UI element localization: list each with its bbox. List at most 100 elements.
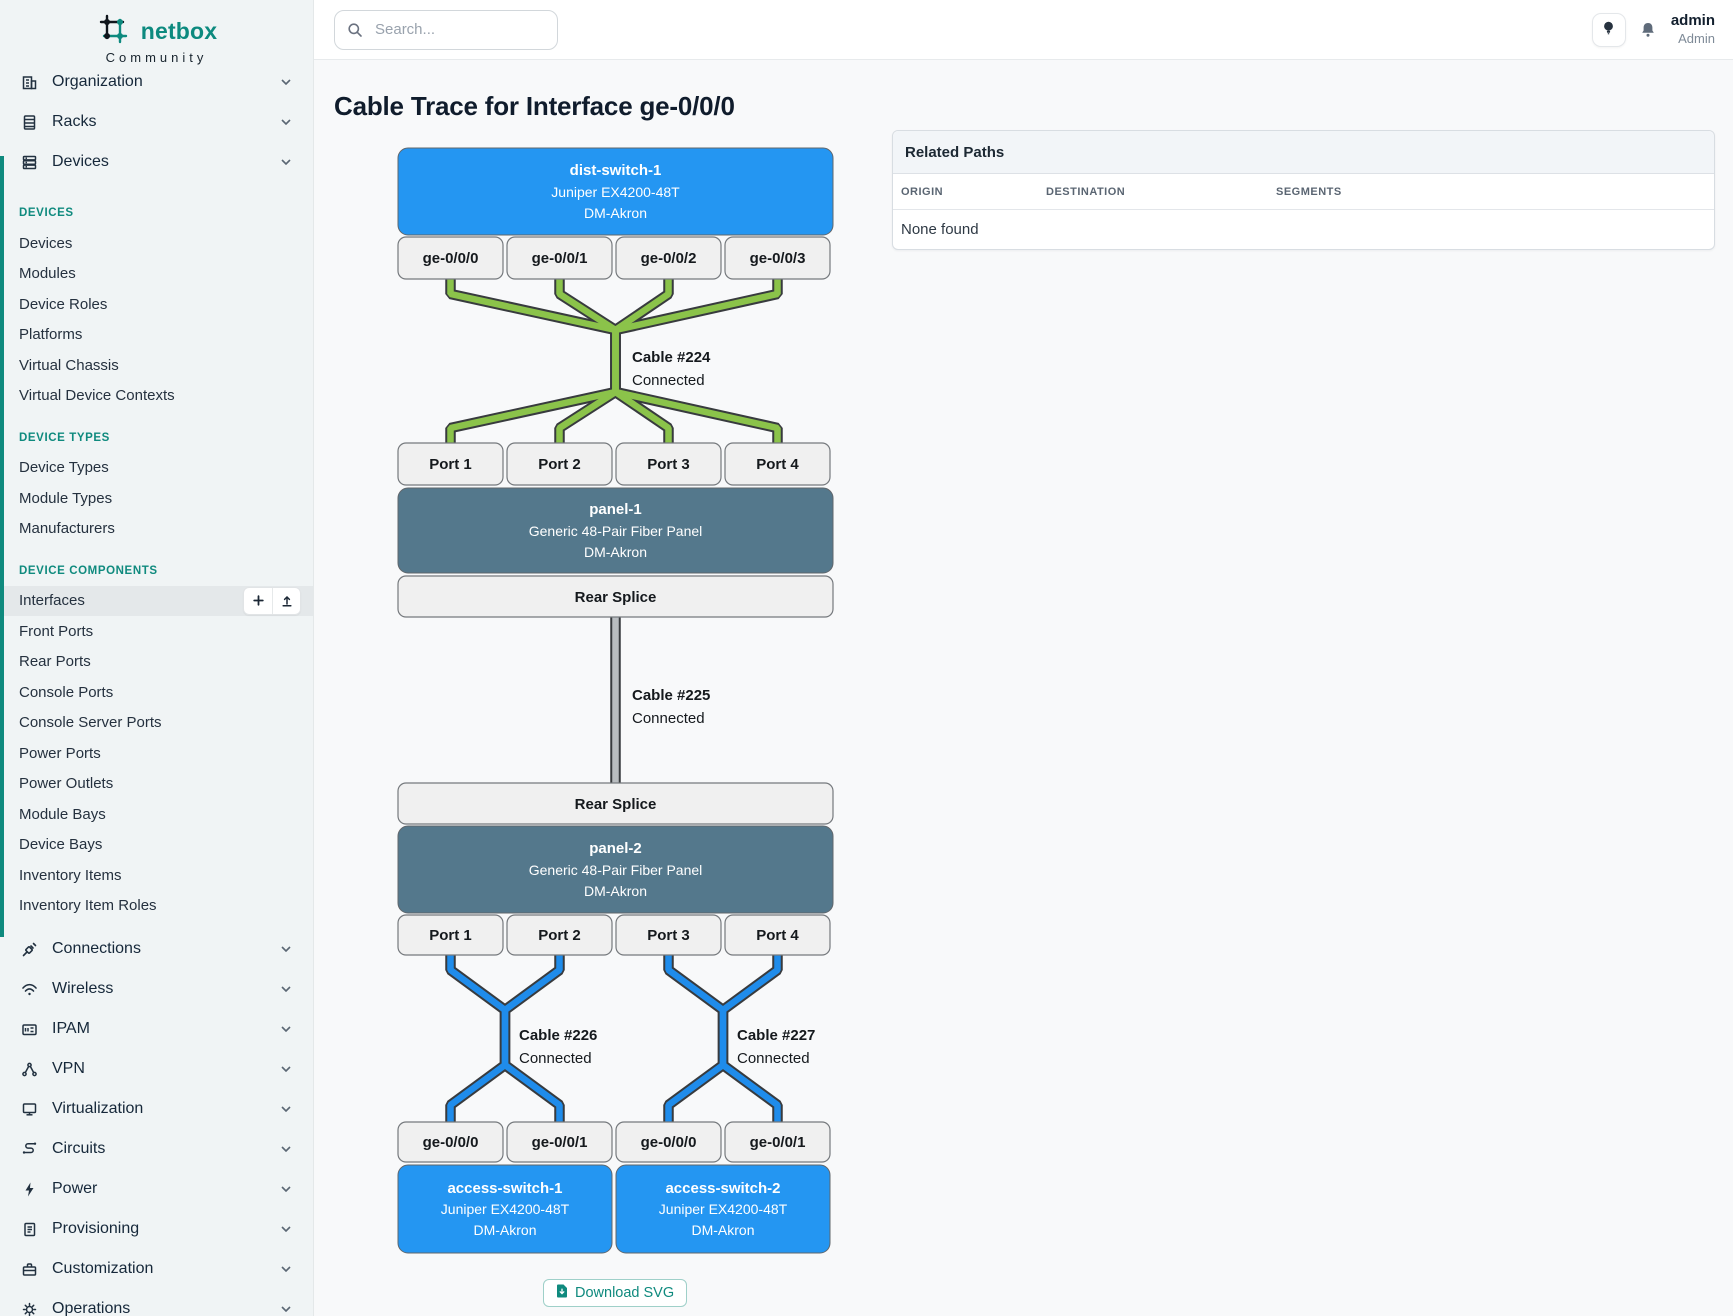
logo[interactable]: netbox Community <box>0 0 313 62</box>
node-dist-switch-1[interactable]: dist-switch-1 Juniper EX4200-48T DM-Akro… <box>398 148 833 235</box>
port-dist-ge-0-0-2[interactable]: ge-0/0/2 <box>616 237 721 279</box>
port-access2-ge-0-0-0[interactable]: ge-0/0/0 <box>616 1122 721 1162</box>
netbox-app: netbox Community Organization Racks Devi… <box>0 0 1733 1316</box>
main-content: Cable Trace for Interface ge-0/0/0 <box>314 60 1733 1316</box>
user-name: admin <box>1671 12 1715 31</box>
port-panel2-3[interactable]: Port 3 <box>616 915 721 955</box>
network-nodes-icon <box>20 1061 39 1078</box>
cable-225-label[interactable]: Cable #225 Connected <box>632 687 710 727</box>
port-panel1-2[interactable]: Port 2 <box>507 443 612 485</box>
port-access1-ge-0-0-1[interactable]: ge-0/0/1 <box>507 1122 612 1162</box>
chevron-down-icon <box>281 159 291 165</box>
netbox-logo-icon <box>96 13 132 50</box>
sidebar-item-inventory-items[interactable]: Inventory Items <box>0 860 313 891</box>
sidebar-item-module-bays[interactable]: Module Bays <box>0 799 313 830</box>
svg-text:Juniper EX4200-48T: Juniper EX4200-48T <box>441 1201 570 1217</box>
sidebar-item-customization[interactable]: Customization <box>0 1249 313 1289</box>
chevron-down-icon <box>281 119 291 125</box>
sidebar-item-racks[interactable]: Racks <box>0 102 313 142</box>
sidebar-item-connections[interactable]: Connections <box>0 929 313 969</box>
svg-text:Juniper EX4200-48T: Juniper EX4200-48T <box>551 184 680 200</box>
sidebar-item-front-ports[interactable]: Front Ports <box>0 616 313 647</box>
sidebar-item-power[interactable]: Power <box>0 1169 313 1209</box>
sidebar-item-modules[interactable]: Modules <box>0 259 313 290</box>
user-menu[interactable]: admin Admin <box>1671 12 1715 47</box>
svg-text:ge-0/0/0: ge-0/0/0 <box>423 250 479 267</box>
sidebar-item-platforms[interactable]: Platforms <box>0 320 313 351</box>
related-paths-empty: None found <box>893 210 1714 249</box>
sidebar-item-organization[interactable]: Organization <box>0 62 313 102</box>
svg-text:Port 3: Port 3 <box>647 456 690 473</box>
sidebar-item-inventory-item-roles[interactable]: Inventory Item Roles <box>0 891 313 922</box>
cable-224[interactable] <box>451 279 778 443</box>
sidebar-item-provisioning[interactable]: Provisioning <box>0 1209 313 1249</box>
sidebar-item-manufacturers[interactable]: Manufacturers <box>0 514 313 545</box>
sidebar-item-interfaces[interactable]: Interfaces <box>0 586 313 617</box>
node-panel-2[interactable]: panel-2 Generic 48-Pair Fiber Panel DM-A… <box>398 826 833 913</box>
port-dist-ge-0-0-1[interactable]: ge-0/0/1 <box>507 237 612 279</box>
server-stack-icon <box>20 154 39 171</box>
sidebar-item-console-ports[interactable]: Console Ports <box>0 677 313 708</box>
port-dist-ge-0-0-0[interactable]: ge-0/0/0 <box>398 237 503 279</box>
port-panel2-1[interactable]: Port 1 <box>398 915 503 955</box>
sidebar-item-module-types[interactable]: Module Types <box>0 483 313 514</box>
port-panel1-3[interactable]: Port 3 <box>616 443 721 485</box>
chevron-down-icon <box>281 79 291 85</box>
svg-text:Cable #226: Cable #226 <box>519 1027 597 1044</box>
svg-text:ge-0/0/0: ge-0/0/0 <box>423 1134 479 1151</box>
svg-text:Connected: Connected <box>632 710 705 727</box>
chevron-down-icon <box>281 1266 291 1272</box>
search-input[interactable] <box>334 10 558 50</box>
port-access2-ge-0-0-1[interactable]: ge-0/0/1 <box>725 1122 830 1162</box>
sidebar-item-console-server-ports[interactable]: Console Server Ports <box>0 708 313 739</box>
cable-227-label[interactable]: Cable #227 Connected <box>737 1027 815 1067</box>
port-panel2-rear-splice[interactable]: Rear Splice <box>398 783 833 824</box>
sidebar-item-virtual-device-contexts[interactable]: Virtual Device Contexts <box>0 381 313 412</box>
import-interfaces-button[interactable] <box>272 588 300 614</box>
sidebar-item-virtualization[interactable]: Virtualization <box>0 1089 313 1129</box>
sidebar-item-vpn[interactable]: VPN <box>0 1049 313 1089</box>
sidebar-item-rear-ports[interactable]: Rear Ports <box>0 647 313 678</box>
topbar-controls: admin Admin <box>1592 12 1715 47</box>
port-access1-ge-0-0-0[interactable]: ge-0/0/0 <box>398 1122 503 1162</box>
sidebar-item-power-ports[interactable]: Power Ports <box>0 738 313 769</box>
sidebar-item-device-types[interactable]: Device Types <box>0 453 313 484</box>
sidebar-item-ipam[interactable]: IPAM <box>0 1009 313 1049</box>
theme-toggle-button[interactable] <box>1592 13 1626 47</box>
cable-224-label[interactable]: Cable #224 Connected <box>632 349 711 389</box>
port-panel1-rear-splice[interactable]: Rear Splice <box>398 576 833 617</box>
download-svg-button[interactable]: Download SVG <box>543 1279 687 1307</box>
port-panel2-4[interactable]: Port 4 <box>725 915 830 955</box>
node-access-switch-2[interactable]: access-switch-2 Juniper EX4200-48T DM-Ak… <box>616 1165 830 1253</box>
column-destination: DESTINATION <box>1038 186 1268 198</box>
cable-226-label[interactable]: Cable #226 Connected <box>519 1027 597 1067</box>
svg-text:Cable #224: Cable #224 <box>632 349 711 366</box>
add-interface-button[interactable] <box>244 588 272 614</box>
port-panel1-4[interactable]: Port 4 <box>725 443 830 485</box>
port-panel2-2[interactable]: Port 2 <box>507 915 612 955</box>
svg-text:Port 4: Port 4 <box>756 927 799 944</box>
sidebar-item-wireless[interactable]: Wireless <box>0 969 313 1009</box>
sidebar-item-power-outlets[interactable]: Power Outlets <box>0 769 313 800</box>
sidebar-item-devices[interactable]: Devices <box>0 142 313 182</box>
section-header-device-components: DEVICE COMPONENTS <box>0 556 313 586</box>
svg-text:ge-0/0/0: ge-0/0/0 <box>641 1134 697 1151</box>
node-access-switch-1[interactable]: access-switch-1 Juniper EX4200-48T DM-Ak… <box>398 1165 612 1253</box>
chevron-down-icon <box>281 1146 291 1152</box>
sidebar-item-virtual-chassis[interactable]: Virtual Chassis <box>0 350 313 381</box>
port-dist-ge-0-0-3[interactable]: ge-0/0/3 <box>725 237 830 279</box>
notifications-bell-icon[interactable] <box>1639 21 1657 39</box>
sidebar-item-device-bays[interactable]: Device Bays <box>0 830 313 861</box>
svg-text:ge-0/0/1: ge-0/0/1 <box>532 1134 588 1151</box>
svg-text:Cable #225: Cable #225 <box>632 687 710 704</box>
svg-text:access-switch-1: access-switch-1 <box>447 1180 562 1197</box>
journal-icon <box>20 1221 39 1238</box>
sidebar-item-devices-list[interactable]: Devices <box>0 228 313 259</box>
sidebar-item-device-roles[interactable]: Device Roles <box>0 289 313 320</box>
sidebar-item-operations[interactable]: Operations <box>0 1289 313 1316</box>
node-panel-1[interactable]: panel-1 Generic 48-Pair Fiber Panel DM-A… <box>398 488 833 573</box>
svg-text:Port 2: Port 2 <box>538 456 581 473</box>
user-role: Admin <box>1671 31 1715 47</box>
port-panel1-1[interactable]: Port 1 <box>398 443 503 485</box>
sidebar-item-circuits[interactable]: Circuits <box>0 1129 313 1169</box>
